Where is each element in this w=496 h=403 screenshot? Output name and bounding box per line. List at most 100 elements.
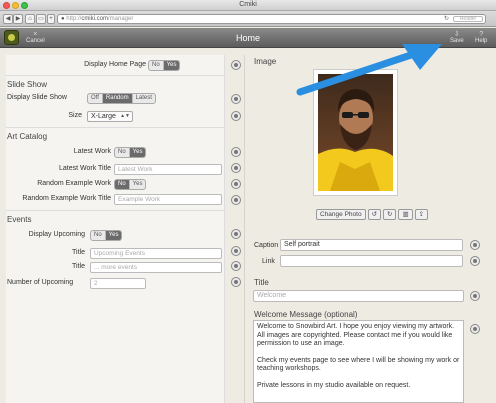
home-page-toggle: No Yes xyxy=(148,60,181,71)
save-icon: ⇩ xyxy=(453,31,460,38)
size-value: X-Large xyxy=(91,113,116,120)
help-size-button[interactable] xyxy=(231,111,241,121)
more-events-title-row: Title ... more events xyxy=(6,262,225,273)
random-work-yes[interactable]: Yes xyxy=(130,180,146,189)
latest-work-yes[interactable]: Yes xyxy=(129,148,146,157)
home-page-no[interactable]: No xyxy=(149,61,164,70)
slideshow-latest[interactable]: Latest xyxy=(133,94,155,103)
tabs-button[interactable]: ▭ xyxy=(36,14,46,24)
latest-work-no[interactable]: No xyxy=(115,148,130,157)
share-photo-button[interactable]: ⇪ xyxy=(414,209,429,220)
slideshow-off[interactable]: Off xyxy=(88,94,103,103)
info-icon xyxy=(473,294,477,298)
random-title-input[interactable]: Example Work xyxy=(114,194,222,205)
info-icon xyxy=(234,264,238,268)
title-input[interactable]: Welcome xyxy=(253,290,464,302)
events-section-title: Events xyxy=(7,215,32,224)
more-events-title-input[interactable]: ... more events xyxy=(90,262,222,273)
annotation-arrow xyxy=(296,44,442,96)
latest-title-input[interactable]: Latest Work xyxy=(114,164,222,175)
column-separator xyxy=(244,55,245,403)
random-title-label: Random Example Work Title xyxy=(22,195,111,202)
info-icon xyxy=(234,114,238,118)
upcoming-yes[interactable]: Yes xyxy=(105,231,122,240)
help-caption-button[interactable] xyxy=(470,240,480,250)
welcome-paragraph: Welcome to Snowbird Art. I hope you enjo… xyxy=(257,323,455,347)
more-events-title-label: Title xyxy=(72,263,85,270)
display-upcoming-row: Display Upcoming No Yes xyxy=(6,230,225,241)
latest-work-label: Latest Work xyxy=(73,148,111,155)
reload-icon[interactable]: ↻ xyxy=(444,15,449,23)
catalog-section-title: Art Catalog xyxy=(7,132,48,141)
url-path: /manager xyxy=(107,16,134,22)
welcome-message-textarea[interactable]: Welcome to Snowbird Art. I hope you enjo… xyxy=(253,320,464,403)
help-more-events-button[interactable] xyxy=(231,261,241,271)
slideshow-label: Display Slide Show xyxy=(7,94,67,101)
random-work-row: Random Example Work No Yes xyxy=(6,179,225,190)
latest-title-row: Latest Work Title Latest Work xyxy=(6,164,225,175)
upcoming-no[interactable]: No xyxy=(91,231,106,240)
info-icon xyxy=(234,198,238,202)
back-button[interactable]: ◀ xyxy=(3,14,13,24)
number-upcoming-input[interactable]: 2 xyxy=(90,278,146,289)
help-events-title-button[interactable] xyxy=(231,246,241,256)
window-title: Cmiki xyxy=(239,1,257,8)
address-bar[interactable]: ● http://cmiki.com/manager ↻ Reader xyxy=(57,14,486,24)
divider xyxy=(6,210,225,211)
help-random-work-button[interactable] xyxy=(231,179,241,189)
info-icon xyxy=(473,259,477,263)
updown-icon: ▲▼ xyxy=(120,113,130,119)
reader-button[interactable]: Reader xyxy=(453,16,483,22)
latest-title-label: Latest Work Title xyxy=(58,165,111,172)
help-random-title-button[interactable] xyxy=(231,195,241,205)
info-icon xyxy=(234,63,238,67)
link-label: Link xyxy=(262,258,275,265)
help-slideshow-button[interactable] xyxy=(231,94,241,104)
info-icon xyxy=(234,166,238,170)
random-work-toggle: No Yes xyxy=(114,179,147,190)
caption-input[interactable]: Self portrait xyxy=(280,239,463,251)
rotate-right-icon: ↻ xyxy=(387,211,393,218)
random-title-row: Random Example Work Title Example Work xyxy=(6,194,225,205)
help-number-upcoming-button[interactable] xyxy=(231,277,241,287)
info-icon xyxy=(234,182,238,186)
size-label: Size xyxy=(68,112,82,119)
plus-icon: + xyxy=(49,16,53,22)
link-input[interactable] xyxy=(280,255,463,267)
help-icon: ? xyxy=(479,31,484,38)
number-upcoming-row: Number of Upcoming 2 xyxy=(6,278,225,289)
welcome-section-title: Welcome Message (optional) xyxy=(254,310,358,319)
help-home-page-button[interactable] xyxy=(231,60,241,70)
events-title-label: Title xyxy=(72,249,85,256)
help-latest-title-button[interactable] xyxy=(231,163,241,173)
forward-arrow-icon: ▶ xyxy=(15,16,21,22)
lock-icon: http:// xyxy=(66,16,82,22)
rotate-left-button[interactable]: ↺ xyxy=(367,209,382,220)
change-photo-button[interactable]: Change Photo xyxy=(316,209,366,220)
random-work-no[interactable]: No xyxy=(115,180,130,189)
welcome-paragraph: Check my events page to see where I will… xyxy=(257,356,460,373)
delete-photo-button[interactable]: ▥ xyxy=(398,209,413,220)
help-latest-work-button[interactable] xyxy=(231,147,241,157)
help-display-upcoming-button[interactable] xyxy=(231,229,241,239)
help-label: Help xyxy=(475,38,488,44)
share-button[interactable]: ⌂ xyxy=(25,14,35,24)
save-button[interactable]: ⇩ Save xyxy=(450,31,464,45)
size-select[interactable]: X-Large ▲▼ xyxy=(87,111,133,122)
forward-button[interactable]: ▶ xyxy=(13,14,23,24)
add-bookmark-button[interactable]: + xyxy=(47,14,55,24)
help-title-button[interactable] xyxy=(470,291,480,301)
events-title-row: Title Upcoming Events xyxy=(6,248,225,259)
help-welcome-button[interactable] xyxy=(470,324,480,334)
divider xyxy=(6,127,225,128)
settings-panel: Display Home Page No Yes Slide Show Disp… xyxy=(6,55,225,403)
home-page-yes[interactable]: Yes xyxy=(163,61,180,70)
help-link-button[interactable] xyxy=(470,256,480,266)
tabs-icon: ▭ xyxy=(38,16,44,22)
help-button[interactable]: ? Help xyxy=(475,31,487,45)
events-title-input[interactable]: Upcoming Events xyxy=(90,248,222,259)
rotate-right-button[interactable]: ↻ xyxy=(383,209,397,220)
slideshow-random[interactable]: Random xyxy=(102,94,133,103)
share-icon: ⌂ xyxy=(28,16,32,22)
latest-work-row: Latest Work No Yes xyxy=(6,147,225,158)
